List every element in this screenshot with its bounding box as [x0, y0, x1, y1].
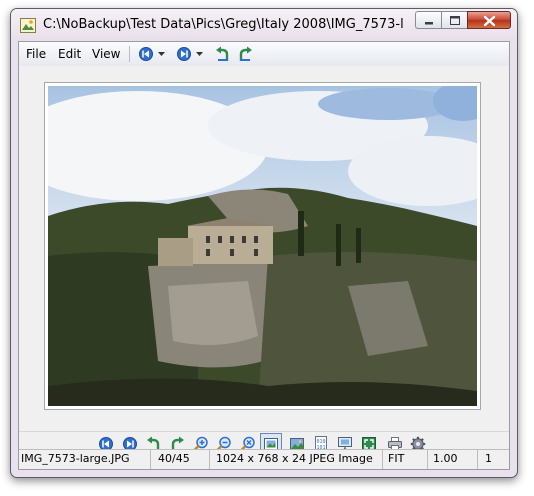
menu-view[interactable]: View: [92, 47, 120, 61]
status-divider: [427, 450, 428, 469]
image-area[interactable]: [19, 66, 509, 414]
photo-icon[interactable]: [48, 86, 477, 406]
status-divider: [150, 450, 151, 469]
menu-edit[interactable]: Edit: [58, 47, 81, 61]
title-bar[interactable]: C:\NoBackup\Test Data\Pics\Greg\Italy 20…: [11, 9, 517, 41]
rotate-left-icon[interactable]: [215, 46, 231, 62]
close-icon: [483, 15, 496, 27]
status-position: 40/45: [158, 452, 190, 465]
dropdown-arrow-icon[interactable]: [196, 52, 203, 56]
status-mode: FIT: [388, 452, 405, 465]
status-dimensions: 1024 x 768 x 24 JPEG Image: [216, 452, 373, 465]
toolbar-separator: [129, 46, 130, 62]
client-area: File Edit View 010 101 IMG_7573-large.JP…: [18, 41, 510, 470]
rotate-right-icon[interactable]: [237, 46, 253, 62]
dropdown-arrow-icon[interactable]: [158, 52, 165, 56]
status-divider: [209, 450, 210, 469]
caption-buttons: [415, 11, 511, 31]
next-icon[interactable]: [177, 47, 191, 61]
minimize-button[interactable]: [415, 11, 441, 29]
maximize-icon: [450, 16, 460, 25]
status-extra: 1: [485, 452, 492, 465]
window-title: C:\NoBackup\Test Data\Pics\Greg\Italy 20…: [43, 17, 403, 32]
status-zoom: 1.00: [433, 452, 458, 465]
photo-frame: [44, 82, 481, 410]
status-bar: IMG_7573-large.JPG 40/45 1024 x 768 x 24…: [19, 449, 509, 469]
previous-icon[interactable]: [139, 47, 153, 61]
maximize-button[interactable]: [441, 11, 467, 29]
status-divider: [477, 450, 478, 469]
menu-file[interactable]: File: [26, 47, 46, 61]
app-icon: [20, 18, 36, 33]
status-divider: [382, 450, 383, 469]
viewer-window: C:\NoBackup\Test Data\Pics\Greg\Italy 20…: [10, 8, 518, 478]
minimize-icon: [425, 22, 433, 25]
menu-bar: File Edit View: [19, 42, 509, 67]
close-button[interactable]: [467, 11, 511, 29]
status-filename: IMG_7573-large.JPG: [21, 452, 130, 465]
